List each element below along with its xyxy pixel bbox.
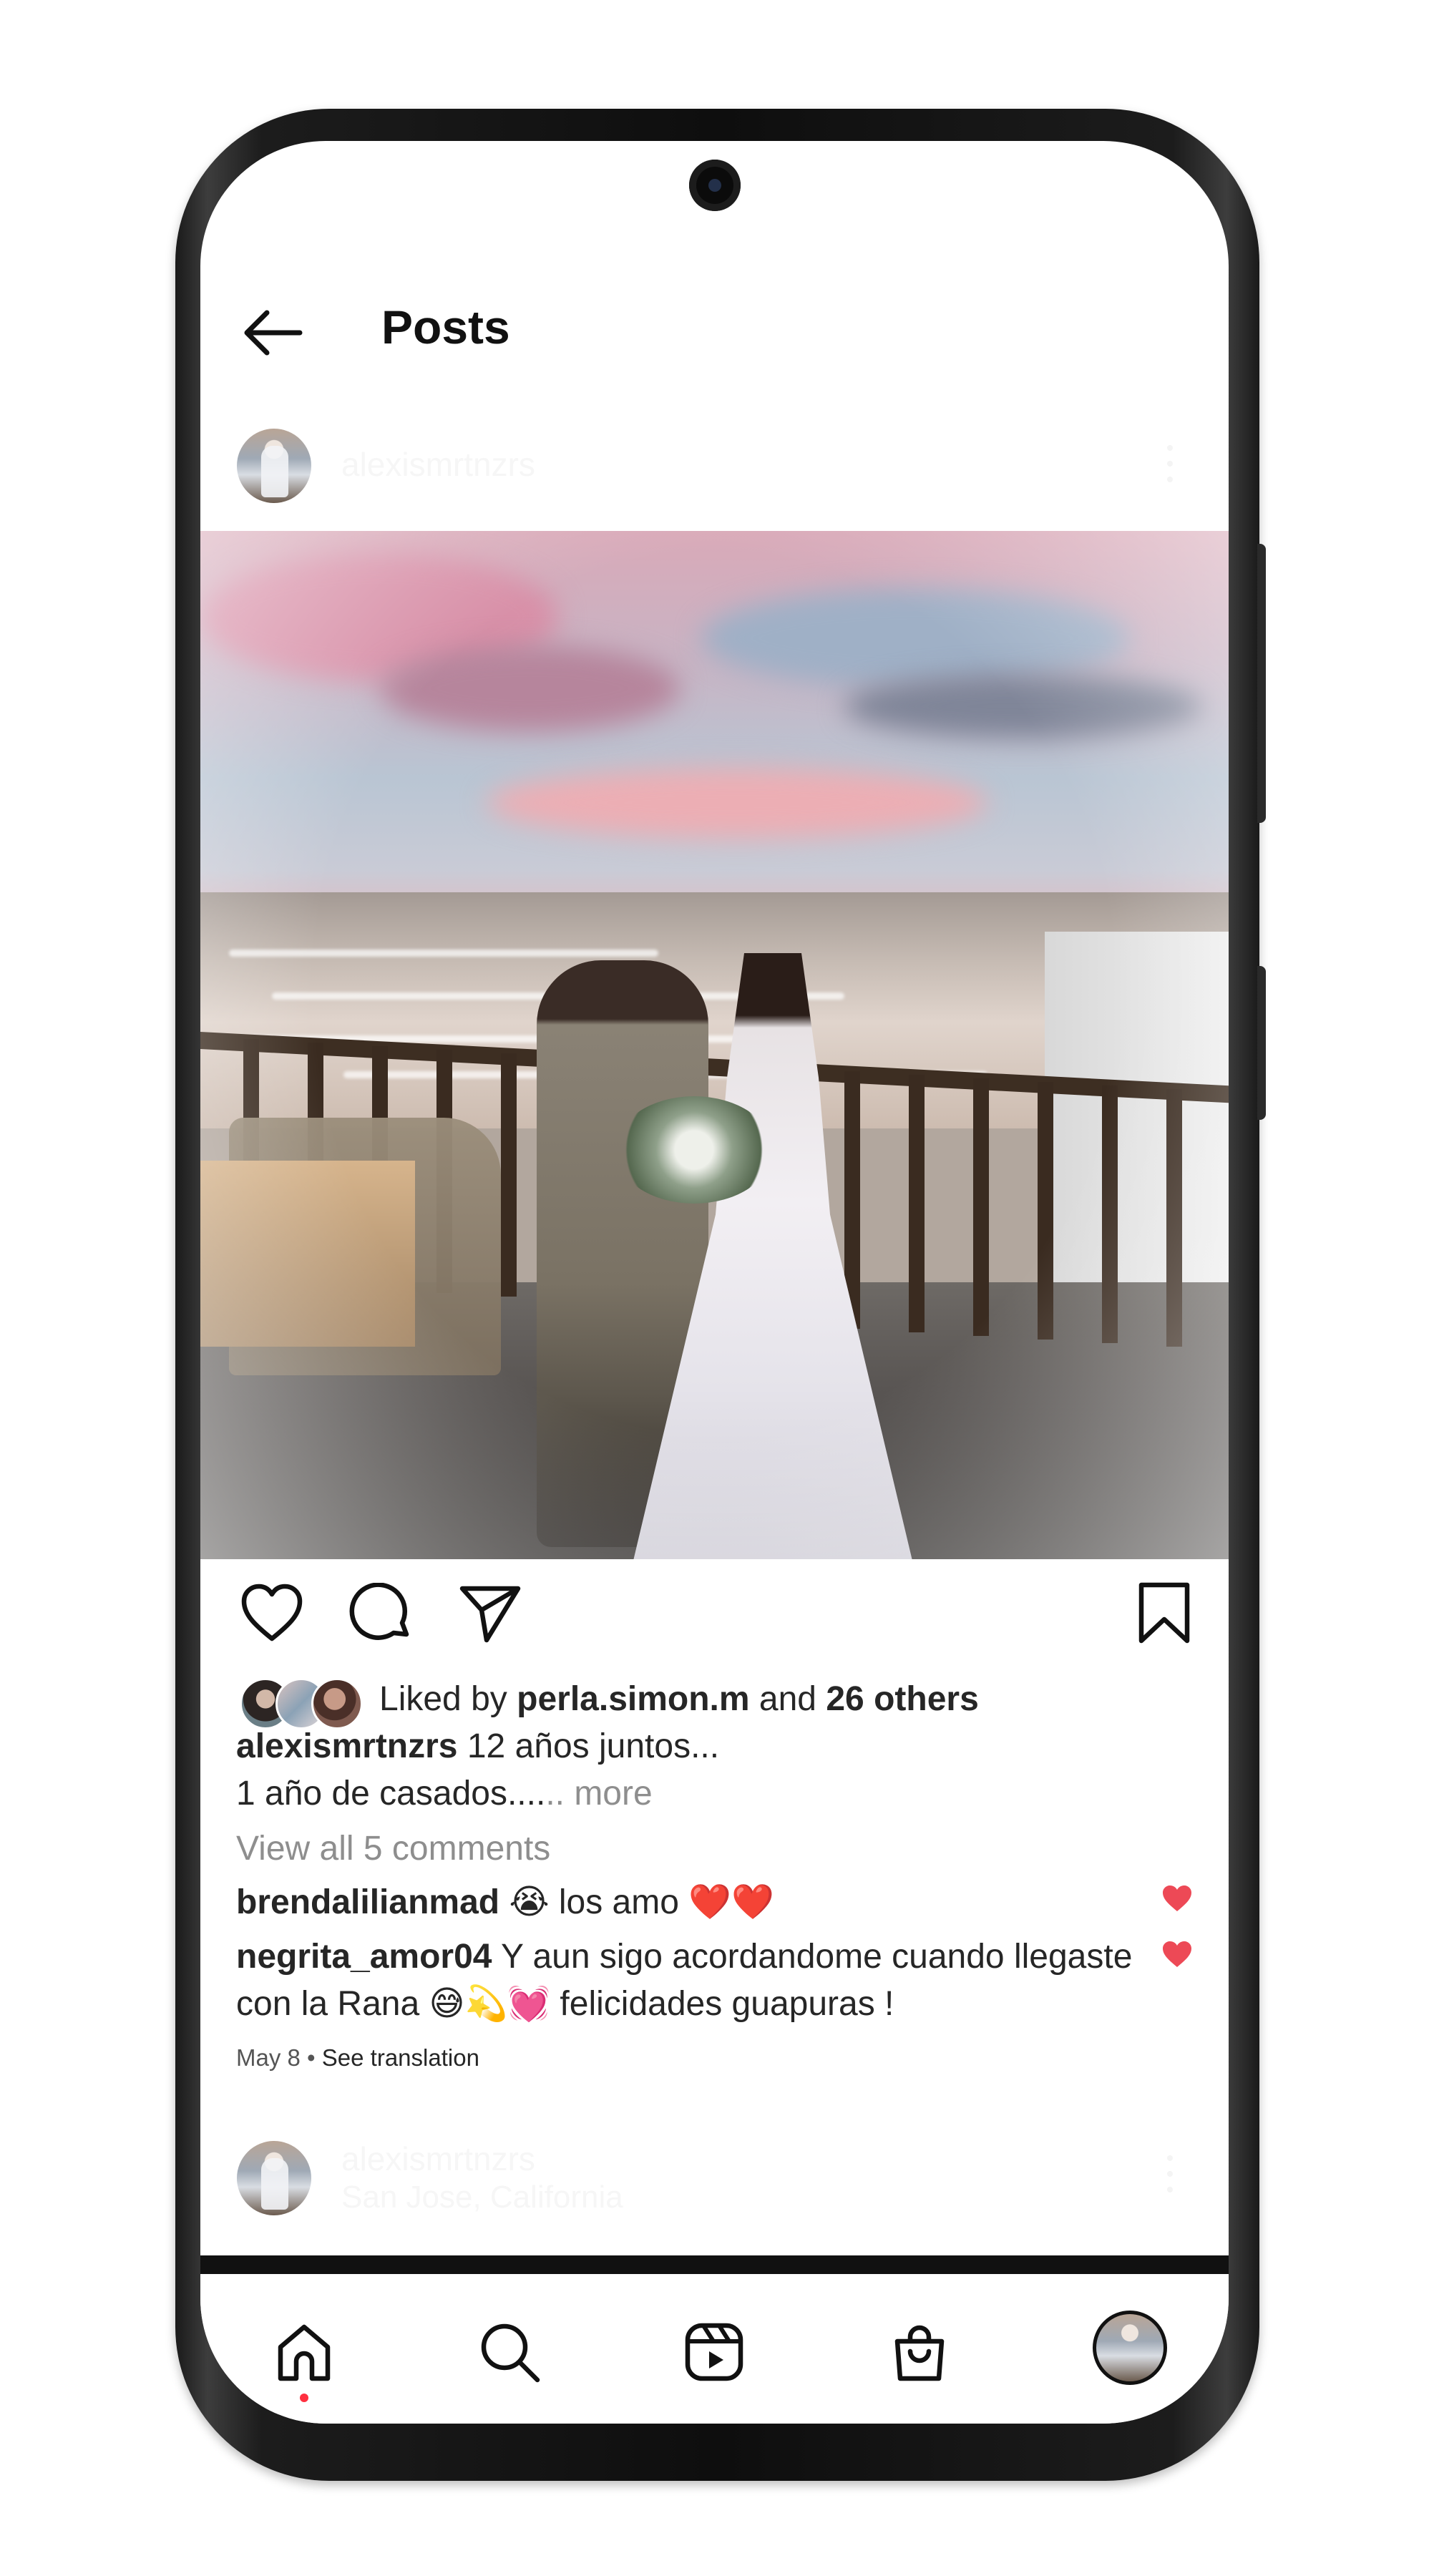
app-screen: Posts alexismrtnzrs Liked by perla.simon… [200,141,1229,2424]
page-title: Posts [381,301,510,353]
comment-text: 😭 los amo ❤️❤️ [509,1883,774,1921]
comment-icon[interactable] [349,1583,414,1644]
reels-icon[interactable] [682,2320,746,2384]
post-date: May 8 • See translation [236,2044,479,2072]
bottom-navigation [200,2274,1229,2424]
more-options-icon[interactable] [1164,2155,1176,2205]
search-icon[interactable] [477,2320,542,2384]
liker-avatar [311,1678,363,1729]
comment-username[interactable]: negrita_amor04 [236,1938,492,1976]
comment: brendalilianmad 😭 los amo ❤️❤️ [236,1881,774,1922]
caption-line-1: 12 años juntos... [467,1727,720,1765]
post-image[interactable] [200,531,1229,1559]
post-username[interactable]: alexismrtnzrs [341,2140,535,2178]
avatar[interactable] [237,429,311,503]
comment: negrita_amor04 Y aun sigo acordandome cu… [236,1937,1132,1976]
volume-button [1257,544,1266,823]
arrow-left-icon[interactable] [240,304,304,361]
view-all-comments-link[interactable]: View all 5 comments [236,1829,550,1868]
likes-others-link[interactable]: 26 others [826,1680,978,1718]
caption-username[interactable]: alexismrtnzrs [236,1727,458,1765]
front-camera [689,160,741,211]
date-text: May 8 [236,2044,301,2071]
more-link[interactable]: .. more [545,1775,652,1813]
shop-icon[interactable] [887,2320,952,2384]
home-icon[interactable] [272,2320,336,2384]
comment-text: Y aun sigo acordandome cuando llegaste [500,1938,1133,1976]
more-options-icon[interactable] [1164,445,1176,495]
profile-avatar[interactable] [1093,2311,1167,2385]
comment-continued: con la Rana 😅💫💓 felicidades guapuras ! [236,1985,894,2023]
likes-summary[interactable]: Liked by perla.simon.m and 26 others [379,1679,979,1719]
likes-prefix: Liked by [379,1680,507,1718]
caption-line-2: 1 año de casados.... [236,1775,546,1813]
heart-icon[interactable] [240,1583,304,1644]
power-button [1257,966,1266,1120]
heart-filled-icon[interactable] [1161,1884,1193,1913]
comment-username[interactable]: brendalilianmad [236,1883,499,1921]
caption-continued: 1 año de casados...... more [236,1774,653,1813]
date-separator: • [307,2044,316,2071]
share-icon[interactable] [458,1583,522,1644]
see-translation-link[interactable]: See translation [322,2044,479,2071]
notification-dot [300,2394,308,2402]
post-username[interactable]: alexismrtnzrs [341,445,535,484]
first-liker-link[interactable]: perla.simon.m [517,1680,749,1718]
caption: alexismrtnzrs 12 años juntos... [236,1727,719,1766]
post-location[interactable]: San Jose, California [341,2180,623,2215]
liker-avatars[interactable] [240,1678,363,1729]
avatar[interactable] [237,2141,311,2215]
likes-joiner: and [759,1680,816,1718]
nav-divider [200,2255,1229,2274]
heart-filled-icon[interactable] [1161,1940,1193,1968]
bookmark-icon[interactable] [1136,1581,1193,1645]
